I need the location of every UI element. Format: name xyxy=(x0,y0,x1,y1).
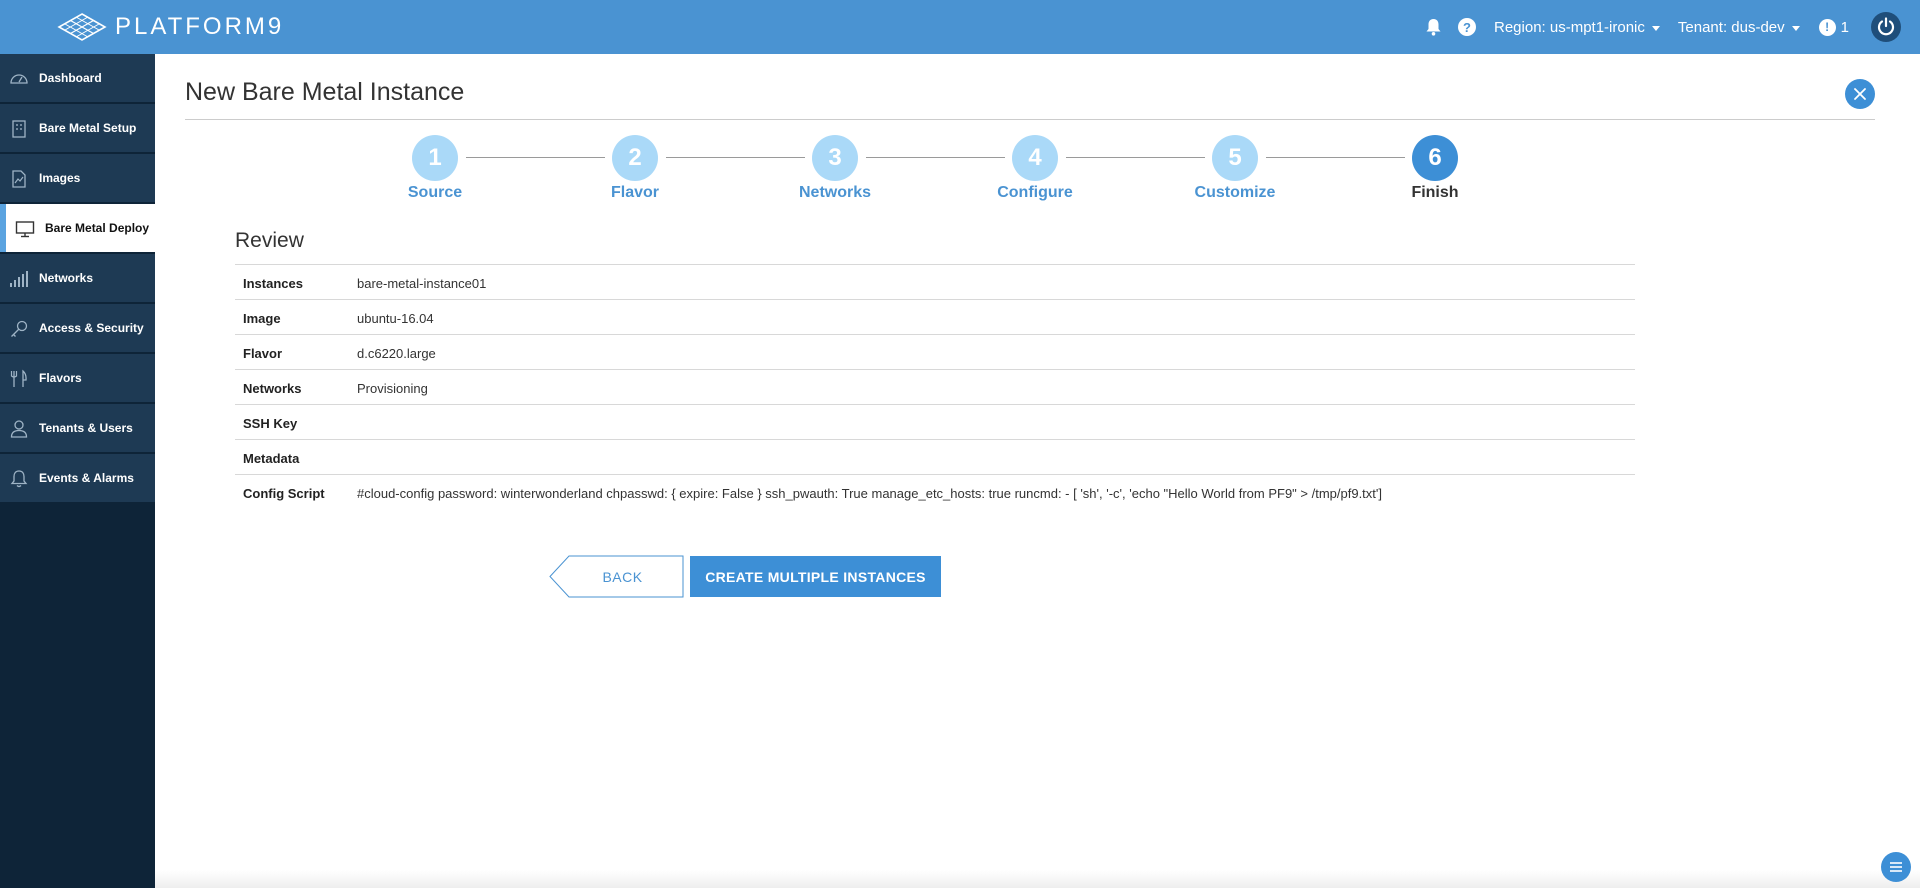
region-selector[interactable]: Region: us-mpt1-ironic xyxy=(1494,19,1660,36)
step-1-circle[interactable]: 1 xyxy=(412,135,458,181)
step-connector xyxy=(1266,157,1405,158)
alert-icon: ! xyxy=(1818,18,1836,36)
review-value: Provisioning xyxy=(357,381,428,396)
review-value: ubuntu-16.04 xyxy=(357,311,434,326)
user-icon xyxy=(10,420,28,438)
help-icon[interactable]: ? xyxy=(1458,18,1476,36)
review-key: SSH Key xyxy=(243,416,298,431)
power-icon[interactable] xyxy=(1871,12,1901,42)
review-row-flavor: Flavor d.c6220.large xyxy=(235,334,1635,369)
tenant-selector[interactable]: Tenant: dus-dev xyxy=(1678,19,1800,36)
step-3-circle[interactable]: 3 xyxy=(812,135,858,181)
logo-grid-icon xyxy=(57,13,107,41)
step-4-circle[interactable]: 4 xyxy=(1012,135,1058,181)
step-3-label[interactable]: Networks xyxy=(775,184,895,202)
step-4-label[interactable]: Configure xyxy=(975,184,1095,202)
step-connector xyxy=(1066,157,1205,158)
review-row-instances: Instances bare-metal-instance01 xyxy=(235,264,1635,299)
title-divider xyxy=(185,119,1875,120)
sidebar-item-label: Bare Metal Setup xyxy=(39,121,137,135)
sidebar-item-label: Images xyxy=(39,171,81,185)
sidebar-item-label: Events & Alarms xyxy=(39,471,134,485)
review-key: Flavor xyxy=(243,346,283,361)
sidebar-item-events-alarms[interactable]: Events & Alarms xyxy=(0,454,155,503)
image-icon xyxy=(12,170,26,188)
signal-bars-icon xyxy=(10,271,28,287)
brand-name: PLATFORM9 xyxy=(115,13,285,40)
close-icon xyxy=(1854,88,1866,100)
review-key: Config Script xyxy=(243,486,325,501)
alerts-button[interactable]: ! 1 xyxy=(1818,18,1871,36)
utensils-icon xyxy=(10,369,27,387)
step-6-label: Finish xyxy=(1411,184,1459,201)
create-multiple-instances-button[interactable]: CREATE MULTIPLE INSTANCES xyxy=(690,556,941,597)
review-heading: Review xyxy=(235,229,304,252)
back-button[interactable]: BACK xyxy=(549,555,684,598)
review-key: Instances xyxy=(243,276,303,291)
sidebar-item-bare-metal-setup[interactable]: Bare Metal Setup xyxy=(0,104,155,153)
step-connector xyxy=(666,157,805,158)
review-table: Instances bare-metal-instance01 Image ub… xyxy=(235,264,1635,509)
sidebar-item-tenants-users[interactable]: Tenants & Users xyxy=(0,404,155,453)
sidebar: Dashboard Bare Metal Setup Images Bare M… xyxy=(0,54,155,888)
chevron-down-icon xyxy=(1791,25,1800,31)
sidebar-item-label: Dashboard xyxy=(39,71,102,85)
dashboard-icon xyxy=(10,74,28,84)
review-value: d.c6220.large xyxy=(357,346,436,361)
platform9-logo[interactable]: PLATFORM9 xyxy=(57,12,284,42)
top-bar: PLATFORM9 ? Region: us-mpt1-ironic Tenan… xyxy=(0,0,1920,54)
review-value: bare-metal-instance01 xyxy=(357,276,487,291)
review-row-ssh-key: SSH Key xyxy=(235,404,1635,439)
step-5-label[interactable]: Customize xyxy=(1175,184,1295,202)
step-2-circle[interactable]: 2 xyxy=(612,135,658,181)
sidebar-item-dashboard[interactable]: Dashboard xyxy=(0,54,155,103)
region-label: Region: us-mpt1-ironic xyxy=(1494,18,1645,36)
sidebar-item-label: Access & Security xyxy=(39,321,144,335)
sidebar-item-label: Networks xyxy=(39,271,94,285)
monitor-icon xyxy=(15,221,35,238)
review-row-metadata: Metadata xyxy=(235,439,1635,474)
step-6-circle: 6 xyxy=(1412,135,1458,181)
footer-shadow xyxy=(155,870,1920,888)
review-row-image: Image ubuntu-16.04 xyxy=(235,299,1635,334)
step-5-circle[interactable]: 5 xyxy=(1212,135,1258,181)
step-2-label[interactable]: Flavor xyxy=(575,184,695,202)
sidebar-item-networks[interactable]: Networks xyxy=(0,254,155,303)
notifications-bell-icon[interactable] xyxy=(1425,18,1442,36)
chevron-down-icon xyxy=(1651,25,1660,31)
key-icon xyxy=(11,320,28,337)
page-title: New Bare Metal Instance xyxy=(185,78,465,106)
review-row-networks: Networks Provisioning xyxy=(235,369,1635,404)
review-value: #cloud-config password: winterwonderland… xyxy=(357,486,1383,501)
step-connector xyxy=(866,157,1005,158)
step-connector xyxy=(466,157,605,158)
review-key: Metadata xyxy=(243,451,300,466)
sidebar-item-label: Flavors xyxy=(39,371,82,385)
tenant-label: Tenant: dus-dev xyxy=(1677,18,1785,36)
close-button[interactable] xyxy=(1845,79,1875,109)
sidebar-item-label: Bare Metal Deploy xyxy=(45,221,150,235)
review-key: Image xyxy=(243,311,281,326)
review-row-config-script: Config Script #cloud-config password: wi… xyxy=(235,474,1635,509)
top-nav: ? Region: us-mpt1-ironic Tenant: dus-dev… xyxy=(1425,0,1920,54)
alerts-count: 1 xyxy=(1840,18,1849,36)
hamburger-menu-icon xyxy=(1890,862,1902,872)
step-1-label[interactable]: Source xyxy=(375,184,495,202)
sidebar-item-flavors[interactable]: Flavors xyxy=(0,354,155,403)
back-label: BACK xyxy=(602,568,643,585)
bell-icon xyxy=(10,470,28,488)
sidebar-item-access-security[interactable]: Access & Security xyxy=(0,304,155,353)
review-key: Networks xyxy=(243,381,302,396)
menu-button[interactable] xyxy=(1881,852,1911,882)
building-icon xyxy=(12,120,26,138)
sidebar-item-label: Tenants & Users xyxy=(39,421,133,435)
sidebar-item-images[interactable]: Images xyxy=(0,154,155,203)
sidebar-item-bare-metal-deploy[interactable]: Bare Metal Deploy xyxy=(0,204,155,253)
